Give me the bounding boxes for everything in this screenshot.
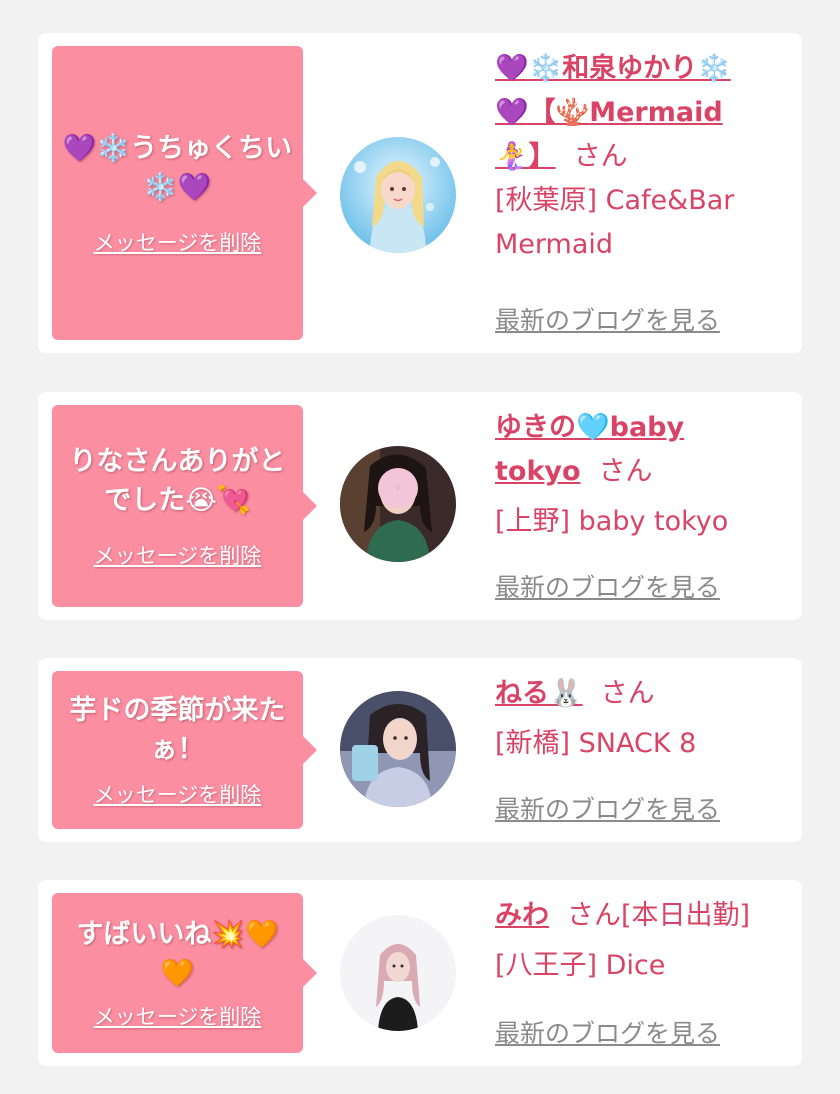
cast-info: ねる🐰 さん [新橋] SNACK 8 (495, 672, 785, 766)
honorific: さん[本日出勤] (567, 900, 751, 931)
delete-message-link[interactable]: メッセージを削除 (94, 227, 262, 257)
message-card: 芋ドの季節が来た ぁ！ メッセージを削除 ねる🐰さん [新橋] SNACK 8 (38, 658, 802, 842)
message-card: すばいいね💥🧡 🧡 メッセージを削除 みわ さん[本日出勤] [八王子] Dice… (38, 880, 802, 1066)
message-bubble: 芋ドの季節が来た ぁ！ メッセージを削除 (52, 671, 317, 829)
message-card: りなさんありがと でした😭💘 メッセージを削除 ♡ ゆきの🩵baby tokyo… (38, 392, 802, 620)
svg-text:♡: ♡ (395, 485, 400, 492)
cast-name-link[interactable]: ねる🐰 さん (495, 672, 785, 716)
cast-info: ゆきの🩵baby tokyo さん [上野] baby tokyo (495, 406, 785, 544)
latest-blog-link[interactable]: 最新のブログを見る (495, 301, 720, 337)
cast-info: 💜❄️和泉ゆかり❄️ 💜【🪸Mermaid 🧜‍♀️】 さん [秋葉原] Cafe… (495, 47, 785, 267)
latest-blog-link[interactable]: 最新のブログを見る (495, 790, 720, 826)
message-card: 💜❄️うちゅくちい ❄️💜 メッセージを削除 💜❄️和泉ゆかり❄️ 💜【🪸Mer… (38, 33, 802, 353)
delete-message-link[interactable]: メッセージを削除 (94, 540, 262, 570)
honorific: さん (600, 678, 655, 709)
honorific: さん (573, 141, 628, 172)
message-list: 💜❄️うちゅくちい ❄️💜 メッセージを削除 💜❄️和泉ゆかり❄️ 💜【🪸Mer… (0, 0, 840, 1094)
message-text: すばいいね💥🧡 🧡 (76, 919, 279, 989)
message-bubble: すばいいね💥🧡 🧡 メッセージを削除 (52, 893, 317, 1053)
cast-name-link[interactable]: みわ さん[本日出勤] (495, 894, 785, 938)
avatar[interactable] (340, 691, 456, 807)
honorific: さん (598, 456, 653, 487)
latest-blog-link[interactable]: 最新のブログを見る (495, 568, 720, 604)
cast-name-link[interactable]: ゆきの🩵baby tokyo さん (495, 406, 785, 494)
message-bubble: りなさんありがと でした😭💘 メッセージを削除 (52, 405, 317, 607)
shop-area: [新橋] SNACK 8 (495, 728, 697, 759)
cast-name-link[interactable]: 💜❄️和泉ゆかり❄️ 💜【🪸Mermaid 🧜‍♀️】 さん (495, 47, 785, 179)
delete-message-link[interactable]: メッセージを削除 (94, 779, 262, 809)
shop-area: [秋葉原] Cafe&Bar Mermaid (495, 185, 735, 260)
shop-area: [八王子] Dice (495, 950, 666, 981)
delete-message-link[interactable]: メッセージを削除 (94, 1001, 262, 1031)
avatar[interactable]: ♡ (340, 446, 456, 562)
message-text: りなさんありがと でした😭💘 (69, 446, 286, 516)
message-bubble: 💜❄️うちゅくちい ❄️💜 メッセージを削除 (52, 46, 317, 340)
cast-info: みわ さん[本日出勤] [八王子] Dice (495, 894, 785, 988)
avatar[interactable] (340, 137, 456, 253)
shop-area: [上野] baby tokyo (495, 506, 729, 537)
avatar[interactable] (340, 915, 456, 1031)
message-text: 芋ドの季節が来た ぁ！ (69, 695, 286, 765)
message-text: 💜❄️うちゅくちい ❄️💜 (62, 133, 293, 203)
latest-blog-link[interactable]: 最新のブログを見る (495, 1014, 720, 1050)
